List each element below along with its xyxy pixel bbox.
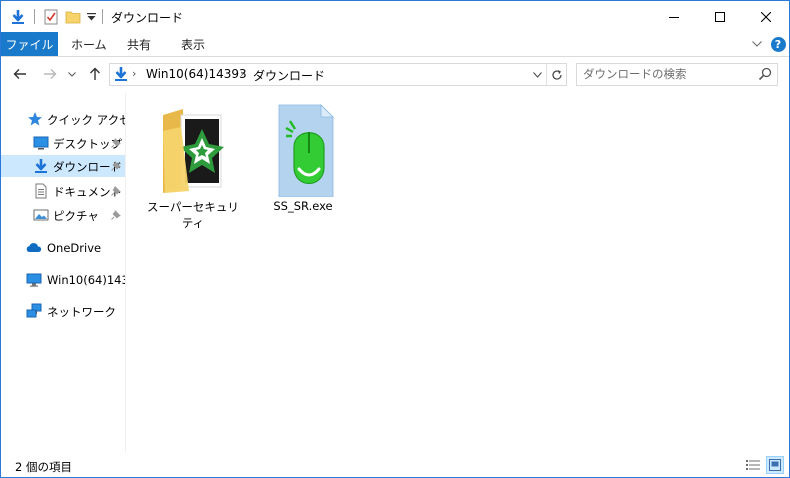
new-folder-icon[interactable] <box>63 7 83 27</box>
download-icon[interactable] <box>7 7 29 27</box>
back-button[interactable] <box>9 63 31 85</box>
file-list: スーパーセキュリティ SS_SR.exe <box>127 93 763 453</box>
cloud-icon <box>26 243 42 252</box>
document-icon <box>35 183 47 199</box>
up-button[interactable] <box>85 63 105 85</box>
sidebar-item-label: クイック アクセス <box>47 113 125 127</box>
search-input[interactable] <box>583 66 753 82</box>
desktop-icon <box>33 136 49 150</box>
customize-toolbar-icon[interactable] <box>85 7 97 27</box>
explorer-window: ダウンロード ファイル ホーム 共有 表示 ? › Win10(64)14393… <box>0 0 790 478</box>
refresh-icon <box>552 69 562 80</box>
folder-icon <box>163 109 224 193</box>
forward-button[interactable] <box>39 63 61 85</box>
tab-share[interactable]: 共有 <box>127 32 151 56</box>
details-view-icon <box>746 460 760 470</box>
quick-access-separator <box>102 9 103 24</box>
title-bar: ダウンロード <box>1 1 789 32</box>
large-icons-view-button[interactable] <box>766 456 784 474</box>
breadcrumb-downloads[interactable]: ダウンロード <box>253 67 325 84</box>
sidebar-item-this-pc[interactable]: Win10(64)1439 <box>1 269 125 291</box>
pin-icon <box>111 138 121 148</box>
sidebar-item-downloads[interactable]: ダウンロード <box>1 155 125 177</box>
recent-locations-button[interactable] <box>65 63 79 85</box>
pin-icon <box>111 186 121 196</box>
quick-access-separator <box>34 9 35 24</box>
file-name: SS_SR.exe <box>273 199 333 213</box>
window-title: ダウンロード <box>111 11 184 25</box>
star-icon <box>28 112 42 126</box>
vertical-scrollbar[interactable] <box>769 93 787 453</box>
properties-icon[interactable] <box>41 7 61 27</box>
large-icons-view-icon <box>769 459 781 471</box>
sidebar-item-label: ネットワーク <box>47 305 116 319</box>
picture-icon <box>33 209 49 221</box>
sidebar-item-quick-access[interactable]: クイック アクセス <box>1 108 125 130</box>
sidebar-item-documents[interactable]: ドキュメント <box>1 180 125 202</box>
details-view-button[interactable] <box>744 456 762 474</box>
refresh-button[interactable] <box>546 64 567 85</box>
network-icon <box>26 303 42 318</box>
tab-home[interactable]: ホーム <box>71 32 107 56</box>
sidebar-item-pictures[interactable]: ピクチャ <box>1 204 125 226</box>
expand-ribbon-button[interactable] <box>749 36 765 52</box>
navigation-bar: › Win10(64)14393 › ダウンロード <box>1 57 789 91</box>
pin-icon <box>111 210 121 220</box>
exe-file-icon <box>278 104 334 197</box>
close-button[interactable] <box>743 1 789 32</box>
sidebar-item-label: OneDrive <box>47 241 102 255</box>
breadcrumb-separator[interactable]: › <box>240 67 244 80</box>
pin-icon <box>111 161 121 171</box>
breadcrumb-separator[interactable]: › <box>132 67 136 80</box>
sidebar-item-network[interactable]: ネットワーク <box>1 300 125 322</box>
tab-view[interactable]: 表示 <box>181 32 205 56</box>
sidebar-item-onedrive[interactable]: OneDrive <box>1 237 125 259</box>
tab-file[interactable]: ファイル <box>1 32 58 56</box>
ribbon-tabs: ファイル ホーム 共有 表示 ? <box>1 32 789 57</box>
file-item-exe[interactable]: SS_SR.exe <box>255 99 351 215</box>
navigation-pane: クイック アクセス デスクトップ ダウンロード ドキュメント ピクチャ OneD… <box>1 93 126 453</box>
search-box[interactable] <box>576 63 778 86</box>
download-icon <box>113 66 129 82</box>
file-name: スーパーセキュリティ <box>147 200 239 230</box>
file-item-folder[interactable]: スーパーセキュリティ <box>145 99 241 230</box>
search-icon[interactable] <box>758 67 772 81</box>
status-bar: 2 個の項目 <box>1 453 789 477</box>
sidebar-item-label: ピクチャ <box>53 209 99 223</box>
maximize-button[interactable] <box>697 1 743 32</box>
minimize-button[interactable] <box>651 1 697 32</box>
help-button[interactable]: ? <box>770 36 786 52</box>
sidebar-item-desktop[interactable]: デスクトップ <box>1 132 125 154</box>
breadcrumb-computer[interactable]: Win10(64)14393 <box>146 67 247 81</box>
item-count: 2 個の項目 <box>15 460 72 474</box>
sidebar-item-label: Win10(64)1439 <box>47 273 125 287</box>
address-bar[interactable]: › Win10(64)14393 › ダウンロード <box>109 63 567 86</box>
help-icon: ? <box>770 36 786 52</box>
computer-icon <box>26 273 42 287</box>
download-icon <box>35 159 47 173</box>
address-dropdown-button[interactable] <box>528 64 546 85</box>
